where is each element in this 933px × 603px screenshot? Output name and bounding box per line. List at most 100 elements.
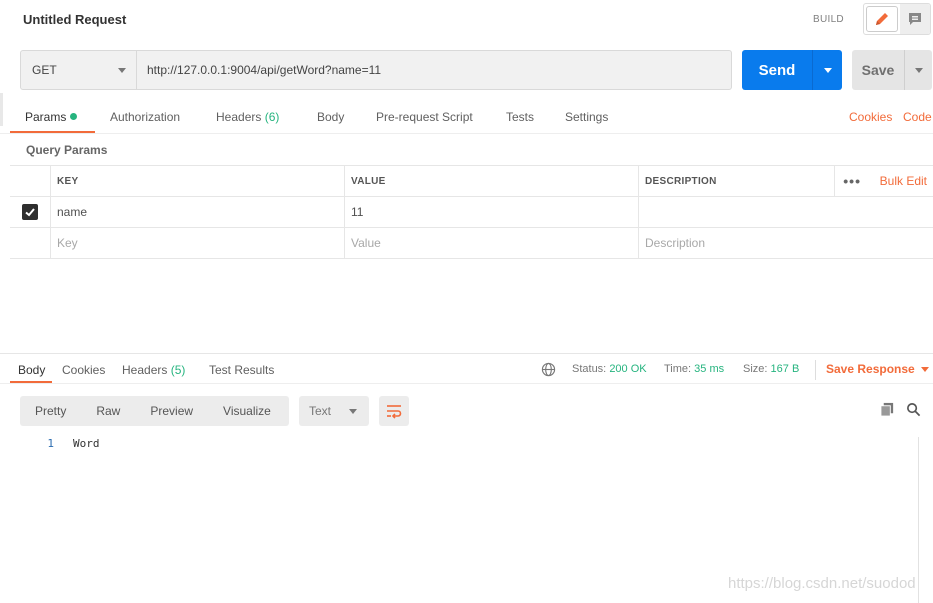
send-button[interactable]: Send — [742, 50, 812, 90]
view-raw-button[interactable]: Raw — [81, 404, 135, 418]
build-mode-label: BUILD — [813, 14, 844, 25]
copy-icon[interactable] — [880, 402, 895, 420]
tab-settings[interactable]: Settings — [565, 110, 608, 124]
table-row-new: Key Value Description — [10, 228, 933, 259]
response-tab-body[interactable]: Body — [18, 363, 45, 377]
save-response-button[interactable]: Save Response — [826, 362, 929, 376]
view-preview-button[interactable]: Preview — [135, 404, 208, 418]
chevron-down-icon — [349, 408, 357, 414]
request-tabs: Params Authorization Headers (6) Body Pr… — [0, 104, 933, 134]
tab-label: Body — [317, 110, 345, 124]
chevron-down-icon — [920, 366, 929, 372]
view-visualize-button[interactable]: Visualize — [208, 404, 286, 418]
save-options-button[interactable] — [904, 50, 932, 90]
response-tab-divider — [0, 383, 933, 384]
pencil-icon — [876, 13, 888, 25]
tab-count-badge: (6) — [264, 110, 280, 124]
tab-params[interactable]: Params — [25, 110, 78, 124]
send-options-button[interactable] — [812, 50, 842, 90]
divider — [815, 360, 816, 380]
save-button-group: Save — [852, 50, 932, 90]
time-value[interactable]: 35 ms — [694, 363, 724, 375]
table-row: name 11 — [10, 197, 933, 228]
table-header-row: KEY VALUE DESCRIPTION ••• Bulk Edit — [10, 165, 933, 197]
param-value-input[interactable]: 11 — [345, 197, 639, 227]
tab-label: Params — [25, 110, 67, 124]
header-actions: ••• Bulk Edit — [833, 166, 933, 196]
tab-body[interactable]: Body — [317, 110, 344, 124]
view-pretty-button[interactable]: Pretty — [20, 404, 81, 418]
tab-count-badge: (5) — [170, 363, 186, 377]
edit-mode-button[interactable] — [866, 6, 898, 32]
scrollbar[interactable] — [918, 437, 919, 603]
checkmark-icon — [25, 208, 35, 217]
header-value: VALUE — [345, 166, 639, 196]
active-tab-indicator — [10, 131, 95, 133]
tab-label: Test Results — [209, 363, 275, 377]
row-check-cell — [10, 197, 51, 227]
active-response-tab-indicator — [10, 381, 52, 383]
param-description-input[interactable] — [639, 197, 933, 227]
tab-headers[interactable]: Headers (6) — [216, 110, 279, 124]
response-tab-headers[interactable]: Headers (5) — [122, 363, 185, 377]
header-check-cell — [10, 166, 51, 196]
time-label: Time: — [664, 363, 692, 375]
param-enabled-checkbox[interactable] — [22, 204, 38, 220]
cookies-link[interactable]: Cookies — [849, 110, 892, 124]
active-dot-icon — [70, 113, 78, 120]
tab-pre-request-script[interactable]: Pre-request Script — [376, 110, 473, 124]
format-select[interactable]: Text — [299, 396, 369, 426]
comments-button[interactable] — [900, 4, 930, 34]
size-value[interactable]: 167 B — [771, 363, 800, 375]
response-divider — [0, 353, 933, 354]
response-body-line[interactable]: Word — [73, 437, 100, 450]
tab-divider — [0, 133, 933, 134]
params-table: KEY VALUE DESCRIPTION ••• Bulk Edit name… — [10, 165, 933, 259]
wrap-lines-icon — [387, 405, 402, 419]
tab-label: Headers — [122, 363, 168, 377]
save-button[interactable]: Save — [852, 50, 904, 90]
tab-label: Headers — [216, 110, 262, 124]
view-mode-group: Pretty Raw Preview Visualize — [20, 396, 289, 426]
tab-label: Tests — [506, 110, 535, 124]
status-info: Status: 200 OK — [572, 363, 647, 375]
status-value[interactable]: 200 OK — [609, 363, 646, 375]
format-label: Text — [309, 404, 332, 418]
tab-label: Pre-request Script — [376, 110, 473, 124]
size-info: Size: 167 B — [743, 363, 799, 375]
bulk-edit-link[interactable]: Bulk Edit — [870, 174, 933, 188]
row-check-cell — [10, 228, 51, 258]
new-value-input[interactable]: Value — [345, 228, 639, 258]
new-key-input[interactable]: Key — [51, 228, 345, 258]
url-input[interactable]: http://127.0.0.1:9004/api/getWord?name=1… — [137, 51, 731, 89]
search-icon[interactable] — [906, 402, 921, 420]
save-response-label: Save Response — [826, 362, 915, 376]
tab-label: Settings — [565, 110, 609, 124]
chevron-down-icon — [823, 67, 832, 73]
mode-toggle — [863, 3, 931, 35]
request-title[interactable]: Untitled Request — [23, 12, 126, 27]
line-number: 1 — [47, 437, 54, 450]
tab-label: Cookies — [62, 363, 106, 377]
method-label: GET — [32, 63, 57, 77]
more-options-icon[interactable]: ••• — [833, 166, 870, 196]
watermark: https://blog.csdn.net/suodod — [728, 575, 916, 592]
url-bar: GET http://127.0.0.1:9004/api/getWord?na… — [20, 50, 732, 90]
code-link[interactable]: Code — [903, 110, 932, 124]
tab-authorization[interactable]: Authorization — [110, 110, 180, 124]
size-label: Size: — [743, 363, 768, 375]
send-button-group: Send — [742, 50, 842, 90]
status-label: Status: — [572, 363, 607, 375]
method-select[interactable]: GET — [21, 51, 137, 89]
param-key-input[interactable]: name — [51, 197, 345, 227]
wrap-lines-button[interactable] — [379, 396, 409, 426]
response-tab-test-results[interactable]: Test Results — [209, 363, 274, 377]
query-params-title: Query Params — [26, 143, 108, 157]
globe-icon[interactable] — [541, 362, 556, 380]
response-tab-cookies[interactable]: Cookies — [62, 363, 105, 377]
header-key: KEY — [51, 166, 345, 196]
tab-tests[interactable]: Tests — [506, 110, 534, 124]
new-description-input[interactable]: Description — [639, 228, 933, 258]
tab-label: Body — [18, 363, 46, 377]
chevron-down-icon — [914, 67, 923, 73]
